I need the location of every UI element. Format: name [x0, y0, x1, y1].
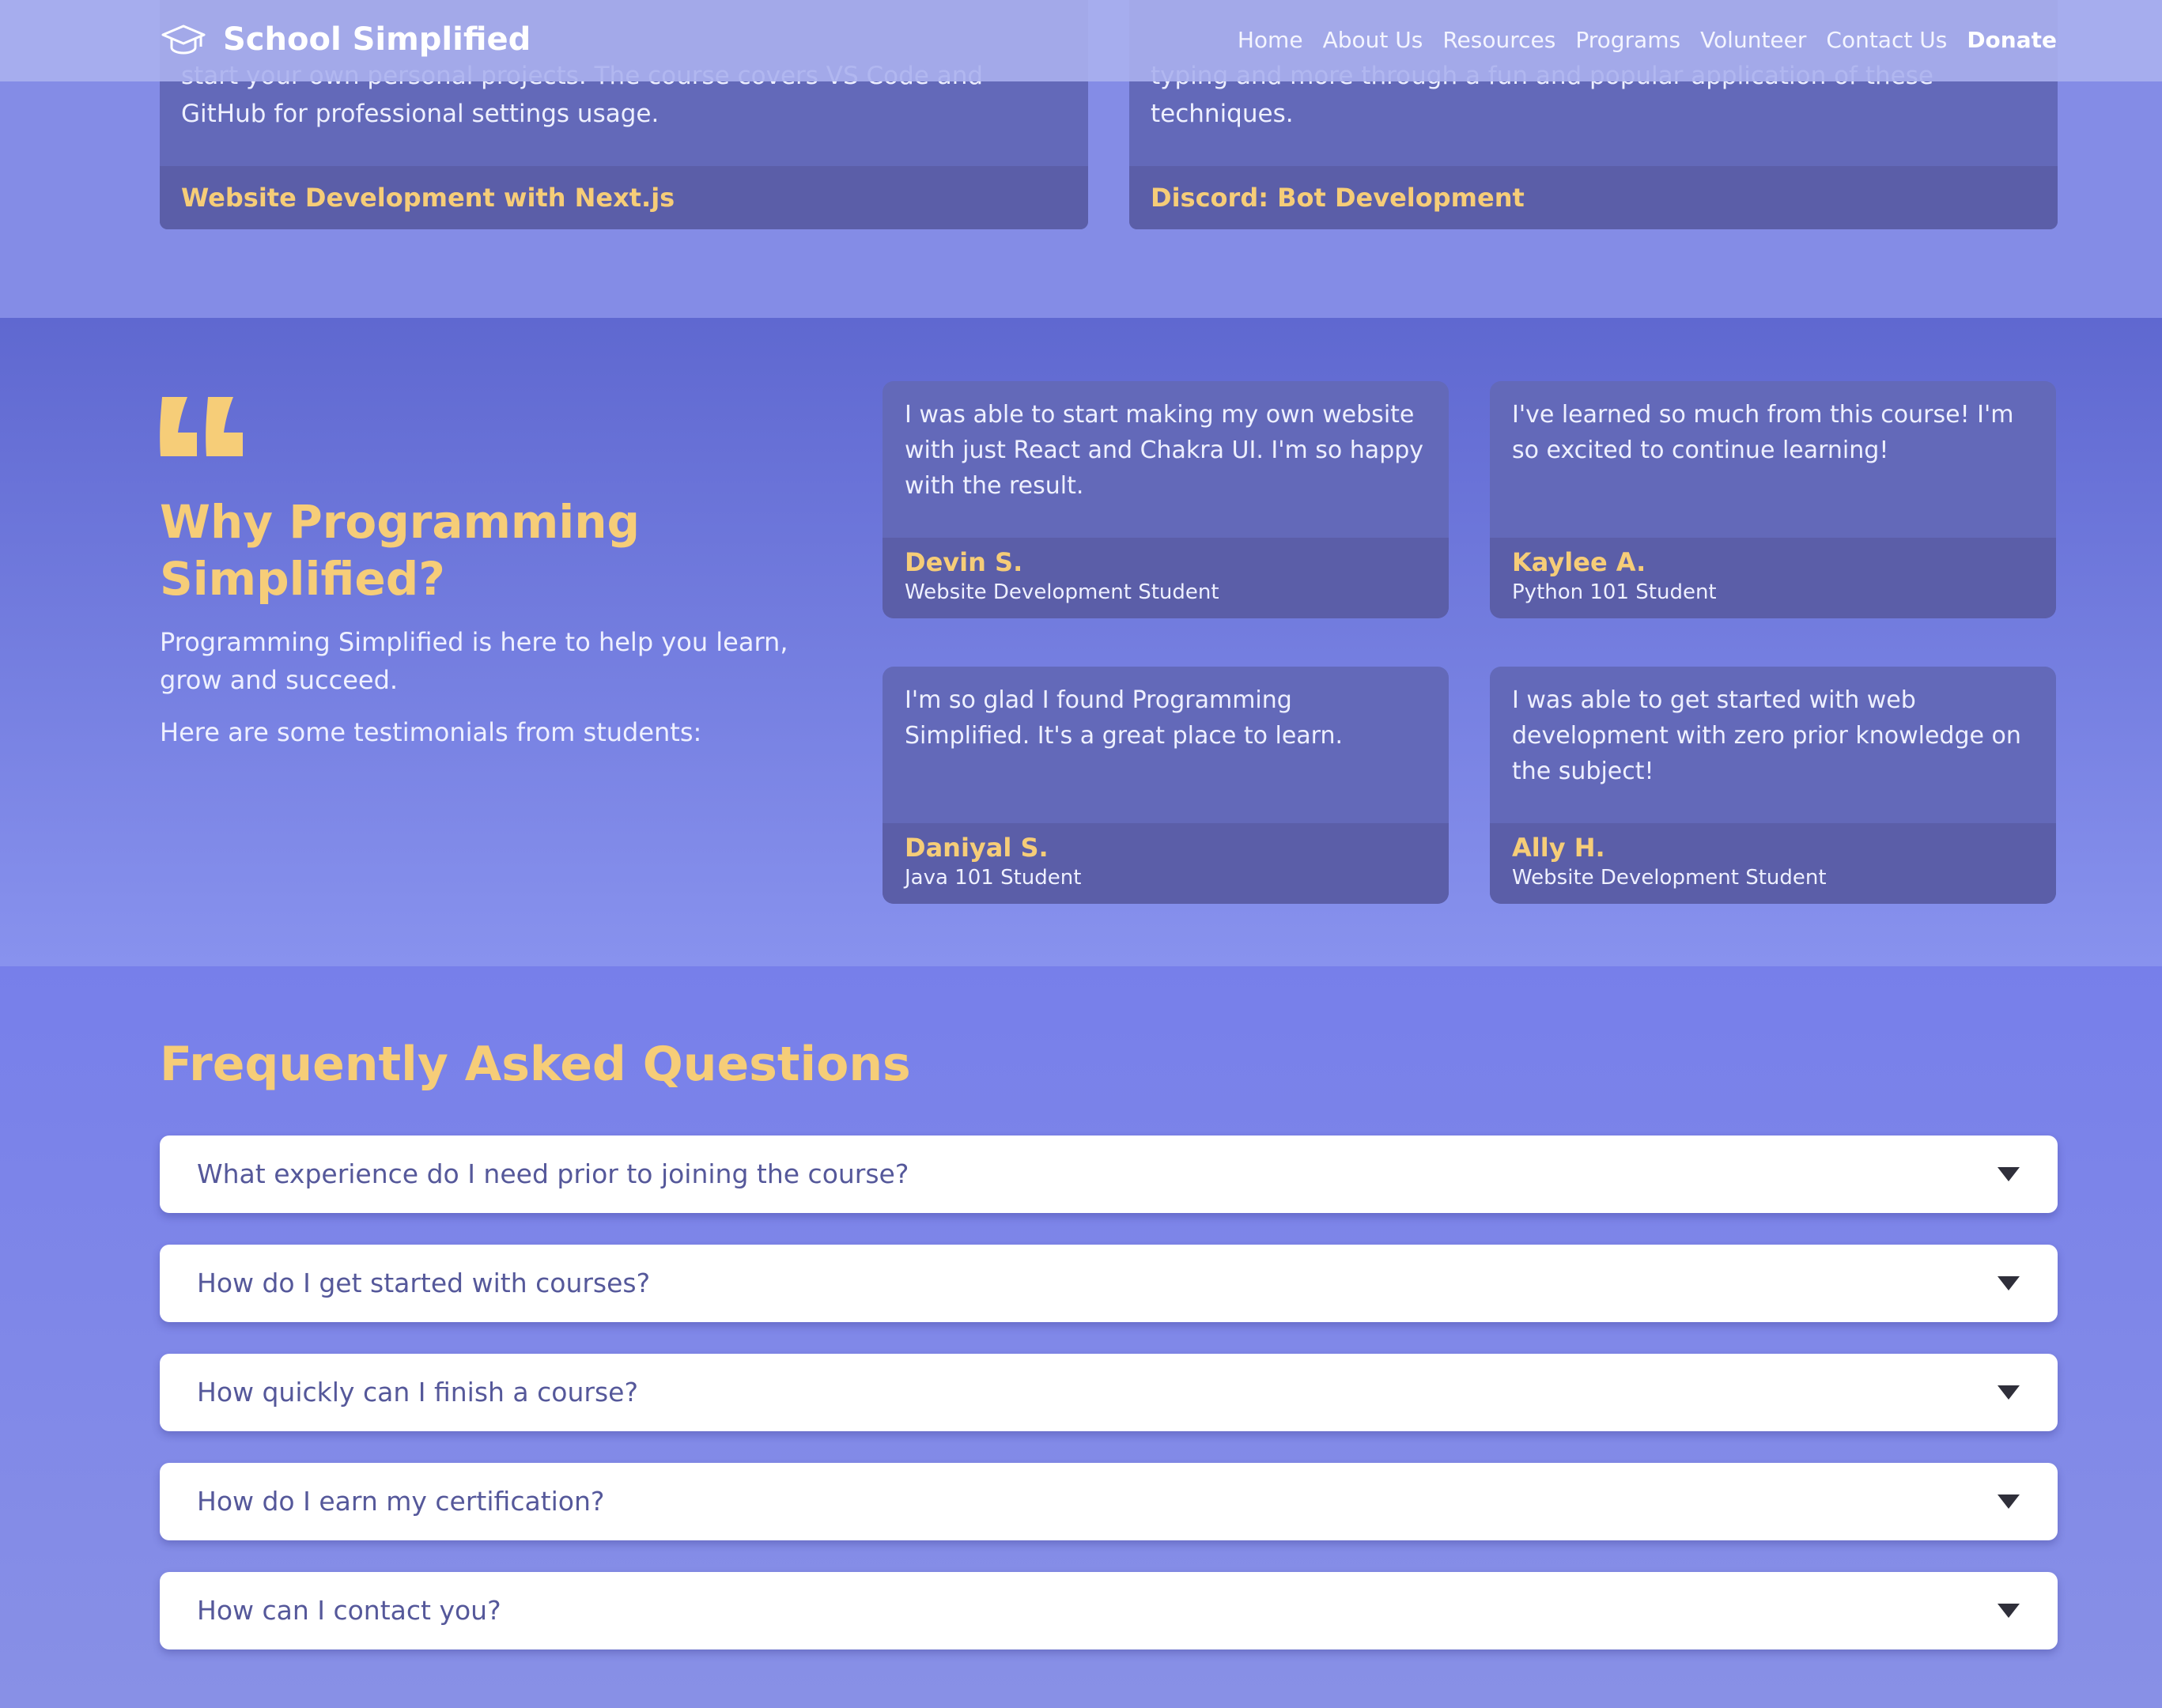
brand-name: School Simplified	[223, 21, 531, 58]
faq-item[interactable]: How do I get started with courses?	[160, 1245, 2058, 1322]
testimonial-card: I was able to get started with web devel…	[1490, 667, 2056, 904]
chevron-down-icon	[1998, 1385, 2020, 1400]
faq-question: How do I earn my certification?	[197, 1486, 605, 1517]
faq-question: How do I get started with courses?	[197, 1268, 651, 1298]
testimonial-footer: Devin S. Website Development Student	[883, 538, 1449, 618]
testimonial-footer: Kaylee A. Python 101 Student	[1490, 538, 2056, 618]
testimonial-name: Daniyal S.	[905, 833, 1049, 863]
testimonial-name: Kaylee A.	[1512, 547, 1646, 577]
faq-item[interactable]: How do I earn my certification?	[160, 1463, 2058, 1540]
faq-question: How can I contact you?	[197, 1595, 501, 1626]
quote-icon	[160, 397, 243, 456]
faq-item[interactable]: What experience do I need prior to joini…	[160, 1136, 2058, 1213]
navbar: School Simplified Home About Us Resource…	[0, 0, 2162, 81]
testimonial-card: I was able to start making my own websit…	[883, 381, 1449, 618]
testimonial-role: Java 101 Student	[905, 866, 1082, 890]
nav-volunteer[interactable]: Volunteer	[1700, 27, 1806, 53]
nav-home[interactable]: Home	[1238, 27, 1303, 53]
chevron-down-icon	[1998, 1167, 2020, 1181]
graduation-cap-icon	[161, 25, 206, 55]
testimonial-role: Website Development Student	[905, 580, 1219, 604]
testimonials-section: Why Programming Simplified? Programming …	[0, 318, 2162, 966]
testimonial-quote: I'm so glad I found Programming Simplifi…	[905, 686, 1344, 750]
nav-about-us[interactable]: About Us	[1323, 27, 1423, 53]
testimonial-quote: I was able to get started with web devel…	[1512, 686, 2021, 785]
testimonial-quote: I was able to start making my own websit…	[905, 401, 1424, 500]
nav-links: Home About Us Resources Programs Volunte…	[1238, 0, 2057, 79]
faq-item[interactable]: How quickly can I finish a course?	[160, 1354, 2058, 1431]
nav-donate[interactable]: Donate	[1967, 27, 2057, 53]
course-card-footer: Website Development with Next.js	[160, 166, 1088, 229]
faq-title: Frequently Asked Questions	[160, 1037, 911, 1092]
faq-question: How quickly can I finish a course?	[197, 1377, 638, 1408]
testimonial-card: I'm so glad I found Programming Simplifi…	[883, 667, 1449, 904]
nav-contact-us[interactable]: Contact Us	[1826, 27, 1947, 53]
faq-item[interactable]: How can I contact you?	[160, 1572, 2058, 1649]
chevron-down-icon	[1998, 1494, 2020, 1509]
brand-logo[interactable]: School Simplified	[160, 0, 531, 79]
faq-question: What experience do I need prior to joini…	[197, 1158, 909, 1189]
nav-programs[interactable]: Programs	[1575, 27, 1680, 53]
why-title: Why Programming Simplified?	[160, 495, 641, 606]
why-description: Programming Simplified is here to help y…	[160, 627, 788, 695]
testimonial-card: I've learned so much from this course! I…	[1490, 381, 2056, 618]
testimonial-role: Python 101 Student	[1512, 580, 1717, 604]
chevron-down-icon	[1998, 1276, 2020, 1290]
testimonial-role: Website Development Student	[1512, 866, 1827, 890]
testimonial-name: Devin S.	[905, 547, 1023, 577]
testimonial-footer: Ally H. Website Development Student	[1490, 823, 2056, 904]
course-card-footer: Discord: Bot Development	[1129, 166, 2058, 229]
course-title[interactable]: Discord: Bot Development	[1151, 166, 2058, 229]
faq-section: Frequently Asked Questions What experien…	[0, 966, 2162, 1708]
testimonial-name: Ally H.	[1512, 833, 1605, 863]
testimonial-quote: I've learned so much from this course! I…	[1512, 401, 2014, 464]
chevron-down-icon	[1998, 1604, 2020, 1618]
testimonial-footer: Daniyal S. Java 101 Student	[883, 823, 1449, 904]
why-subtitle: Here are some testimonials from students…	[160, 717, 702, 747]
course-title[interactable]: Website Development with Next.js	[181, 166, 1088, 229]
nav-resources[interactable]: Resources	[1442, 27, 1555, 53]
